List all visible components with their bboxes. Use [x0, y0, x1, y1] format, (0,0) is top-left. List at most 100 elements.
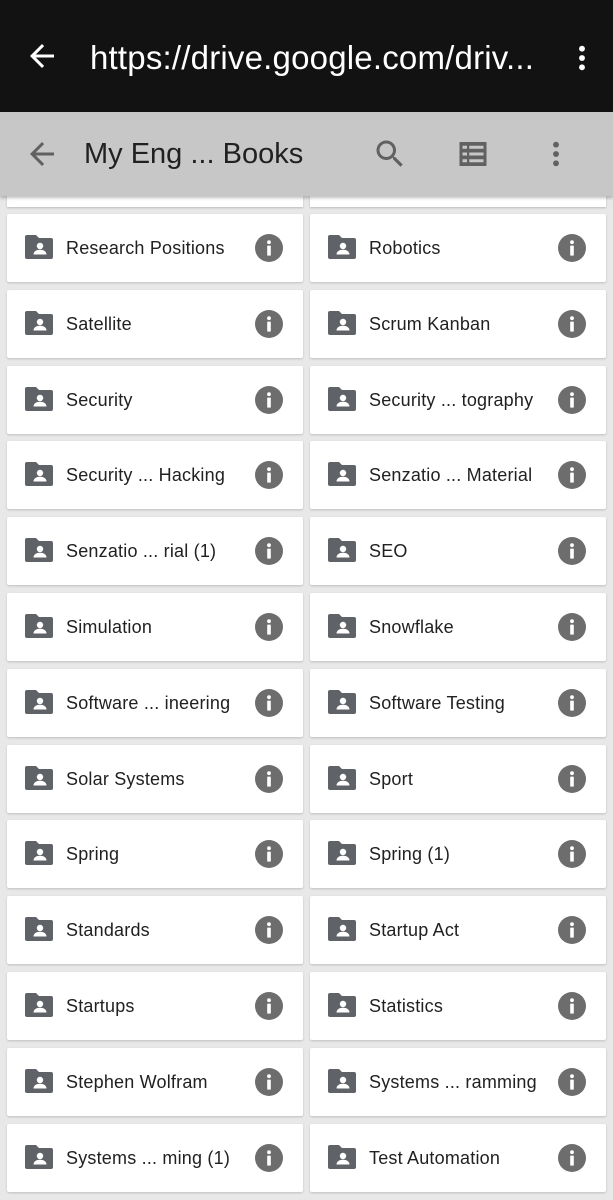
shared-folder-icon — [328, 1145, 356, 1169]
folder-card[interactable]: Security ... Hacking — [7, 441, 303, 509]
folder-card[interactable]: Robotics — [310, 214, 606, 282]
folder-card[interactable]: Systems ... ming (1) — [7, 1124, 303, 1192]
folder-card[interactable]: Scrum Kanban — [310, 290, 606, 358]
folder-card[interactable]: Test Automation — [310, 1124, 606, 1192]
page-title: My Eng ... Books — [84, 138, 304, 170]
folder-card[interactable]: Security ... tography — [310, 366, 606, 434]
folder-name: Security — [66, 390, 133, 410]
info-icon[interactable] — [558, 310, 586, 338]
shared-folder-icon — [25, 462, 53, 486]
info-icon[interactable] — [558, 1068, 586, 1096]
folder-card[interactable]: SEO — [310, 517, 606, 585]
shared-folder-icon — [328, 311, 356, 335]
folder-name: Stephen Wolfram — [66, 1072, 208, 1092]
shared-folder-icon — [25, 311, 53, 335]
info-icon[interactable] — [558, 234, 586, 262]
info-icon[interactable] — [255, 916, 283, 944]
folder-card[interactable]: Stephen Wolfram — [7, 1048, 303, 1116]
folder-name: Simulation — [66, 617, 153, 637]
info-icon[interactable] — [255, 386, 283, 414]
folder-card[interactable]: Spring — [7, 820, 303, 888]
info-icon[interactable] — [255, 461, 283, 489]
back-arrow-icon[interactable] — [24, 38, 60, 74]
info-icon[interactable] — [558, 992, 586, 1020]
folder-name: Snowflake — [369, 617, 454, 637]
shared-folder-icon — [328, 690, 356, 714]
folder-name: Senzatio ... Material — [369, 465, 533, 485]
info-icon[interactable] — [558, 765, 586, 793]
folder-card[interactable]: Startups — [7, 972, 303, 1040]
folder-card[interactable]: Snowflake — [310, 593, 606, 661]
info-icon[interactable] — [558, 1144, 586, 1172]
folder-name: Sport — [369, 769, 414, 789]
shared-folder-icon — [25, 1069, 53, 1093]
info-icon[interactable] — [558, 916, 586, 944]
folder-card[interactable]: Software ... ineering — [7, 669, 303, 737]
folder-name: Systems ... ramming — [369, 1072, 537, 1092]
folder-name: Systems ... ming (1) — [66, 1148, 231, 1168]
folder-card[interactable]: Solar Systems — [7, 745, 303, 813]
search-icon[interactable] — [372, 136, 408, 172]
app-bar: My Eng ... Books — [0, 112, 613, 196]
folder-name: Solar Systems — [66, 769, 185, 789]
partial-folder-card[interactable] — [7, 196, 303, 207]
folder-card[interactable]: Senzatio ... rial (1) — [7, 517, 303, 585]
folder-name: Software ... ineering — [66, 693, 231, 713]
info-icon[interactable] — [255, 840, 283, 868]
shared-folder-icon — [25, 235, 53, 259]
info-icon[interactable] — [255, 689, 283, 717]
folder-card[interactable]: Sport — [310, 745, 606, 813]
folder-name: Startups — [66, 996, 135, 1016]
folder-name: Startup Act — [369, 920, 460, 940]
folder-card[interactable]: Spring (1) — [310, 820, 606, 888]
shared-folder-icon — [328, 235, 356, 259]
url-text[interactable]: https://drive.google.com/driv... — [90, 36, 550, 80]
folder-name: Test Automation — [369, 1148, 501, 1168]
back-arrow-icon[interactable] — [24, 136, 60, 172]
shared-folder-icon — [328, 462, 356, 486]
info-icon[interactable] — [255, 765, 283, 793]
folder-card[interactable]: Simulation — [7, 593, 303, 661]
info-icon[interactable] — [255, 1068, 283, 1096]
shared-folder-icon — [25, 766, 53, 790]
info-icon[interactable] — [255, 537, 283, 565]
folder-name: Research Positions — [66, 238, 225, 258]
folder-card[interactable]: Research Positions — [7, 214, 303, 282]
list-view-icon[interactable] — [455, 136, 491, 172]
info-icon[interactable] — [558, 386, 586, 414]
folder-card[interactable]: Systems ... ramming — [310, 1048, 606, 1116]
more-vert-icon[interactable] — [566, 40, 598, 76]
info-icon[interactable] — [255, 613, 283, 641]
folder-card[interactable]: Senzatio ... Material — [310, 441, 606, 509]
folder-grid: Research Positions Robotics Satellite Sc… — [0, 196, 613, 1200]
info-icon[interactable] — [558, 689, 586, 717]
shared-folder-icon — [328, 766, 356, 790]
folder-card[interactable]: Standards — [7, 896, 303, 964]
folder-card[interactable]: Satellite — [7, 290, 303, 358]
folder-card[interactable]: Software Testing — [310, 669, 606, 737]
info-icon[interactable] — [558, 840, 586, 868]
shared-folder-icon — [25, 993, 53, 1017]
more-vert-icon[interactable] — [540, 136, 572, 172]
shared-folder-icon — [25, 917, 53, 941]
shared-folder-icon — [328, 841, 356, 865]
info-icon[interactable] — [255, 992, 283, 1020]
folder-card[interactable]: Security — [7, 366, 303, 434]
folder-card[interactable]: Statistics — [310, 972, 606, 1040]
info-icon[interactable] — [255, 1144, 283, 1172]
folder-name: Robotics — [369, 238, 441, 258]
folder-name: Satellite — [66, 314, 132, 334]
folder-name: Scrum Kanban — [369, 314, 491, 334]
partial-folder-card[interactable] — [310, 196, 606, 207]
folder-name: Senzatio ... rial (1) — [66, 541, 217, 561]
info-icon[interactable] — [255, 234, 283, 262]
info-icon[interactable] — [558, 537, 586, 565]
shared-folder-icon — [25, 614, 53, 638]
shared-folder-icon — [25, 538, 53, 562]
info-icon[interactable] — [558, 461, 586, 489]
folder-name: Security ... tography — [369, 390, 534, 410]
info-icon[interactable] — [558, 613, 586, 641]
shared-folder-icon — [328, 387, 356, 411]
folder-card[interactable]: Startup Act — [310, 896, 606, 964]
info-icon[interactable] — [255, 310, 283, 338]
